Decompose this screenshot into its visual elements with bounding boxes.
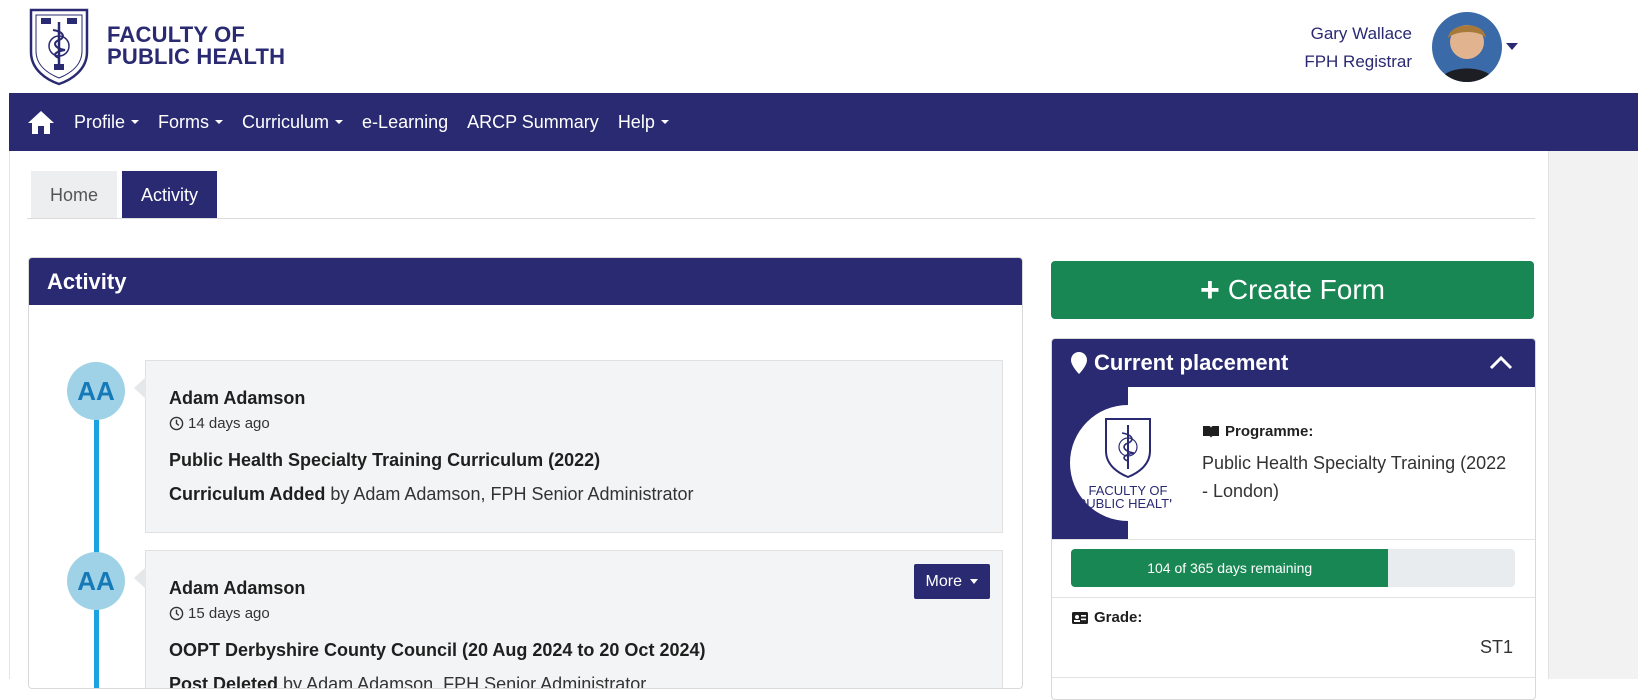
faculty-crest-icon xyxy=(29,8,89,86)
activity-item: Adam Adamson 14 days ago Public Health S… xyxy=(134,360,1003,533)
activity-avatar-initials: AA xyxy=(67,362,125,420)
tab-activity[interactable]: Activity xyxy=(122,171,218,219)
id-card-icon xyxy=(1072,611,1088,624)
map-marker-icon xyxy=(1071,352,1087,374)
grade-value: ST1 xyxy=(1479,637,1513,657)
activity-item: More Adam Adamson 15 days ago OOPT Derby… xyxy=(134,550,1003,689)
user-menu-caret-icon[interactable] xyxy=(1506,43,1518,50)
chevron-down-icon xyxy=(660,120,669,124)
chevron-down-icon xyxy=(335,120,344,124)
main-nav: Profile Forms Curriculum e-Learning ARCP… xyxy=(9,93,1638,151)
content-left-border xyxy=(9,151,10,679)
programme-value: Public Health Specialty Training (2022 -… xyxy=(1202,453,1507,501)
chevron-down-icon xyxy=(215,120,224,124)
activity-time: 15 days ago xyxy=(169,605,270,622)
activity-time: 14 days ago xyxy=(169,415,270,432)
programme-label: Programme: xyxy=(1202,423,1313,440)
activity-by: by Adam Adamson, FPH Senior Administrato… xyxy=(283,674,647,689)
home-icon[interactable] xyxy=(27,108,55,136)
chevron-down-icon xyxy=(970,579,978,584)
placement-progress-bar: 104 of 365 days remaining xyxy=(1071,549,1515,587)
current-placement-title: Current placement xyxy=(1094,350,1289,375)
clock-icon xyxy=(169,606,184,621)
nav-item-help[interactable]: Help xyxy=(618,112,669,133)
faculty-crest-icon: FACULTY OF PUBLIC HEALTH xyxy=(1078,418,1179,511)
nav-item-curriculum[interactable]: Curriculum xyxy=(242,111,344,133)
nav-item-elearning[interactable]: e-Learning xyxy=(362,112,448,133)
activity-action: Curriculum Added xyxy=(169,484,326,504)
chevron-up-icon[interactable] xyxy=(1489,355,1513,371)
chevron-down-icon xyxy=(131,120,140,124)
grade-label: Grade: xyxy=(1071,609,1142,626)
faculty-logo[interactable]: FACULTY OF PUBLIC HEALTH xyxy=(27,6,285,86)
programme-label-text: Programme: xyxy=(1225,423,1314,440)
grade-label-text: Grade: xyxy=(1094,609,1143,626)
activity-description: Post Deleted by Adam Adamson, FPH Senior… xyxy=(169,674,647,689)
placement-divider xyxy=(1052,597,1535,598)
nav-item-label: e-Learning xyxy=(362,111,449,132)
site-header: FACULTY OF PUBLIC HEALTH Gary Wallace FP… xyxy=(0,0,1638,93)
progress-fill: 104 of 365 days remaining xyxy=(1071,549,1389,587)
book-icon xyxy=(1203,425,1219,438)
placement-divider xyxy=(1052,539,1535,540)
activity-time-text: 15 days ago xyxy=(188,605,270,622)
page-tabs: Home Activity xyxy=(31,171,218,219)
clock-icon xyxy=(169,416,184,431)
activity-panel: Activity AA Adam Adamson 14 days ago Pub… xyxy=(28,257,1023,689)
create-form-button[interactable]: + Create Form xyxy=(1051,261,1534,319)
activity-title[interactable]: OOPT Derbyshire County Council (20 Aug 2… xyxy=(169,640,705,661)
activity-avatar-initials: AA xyxy=(67,552,125,610)
avatar-photo xyxy=(1432,12,1502,82)
activity-title[interactable]: Public Health Specialty Training Curricu… xyxy=(169,450,600,471)
activity-user-name[interactable]: Adam Adamson xyxy=(169,578,305,599)
right-gutter xyxy=(1548,151,1638,679)
nav-item-forms[interactable]: Forms xyxy=(158,111,224,133)
placement-logo-line-2: PUBLIC HEALTH xyxy=(1078,496,1179,511)
tab-home[interactable]: Home xyxy=(31,171,118,219)
more-button-label: More xyxy=(925,572,962,590)
avatar[interactable] xyxy=(1432,12,1502,82)
create-form-label: Create Form xyxy=(1227,274,1385,305)
logo-line-1: FACULTY OF xyxy=(107,22,246,47)
tabs-divider xyxy=(27,218,1535,219)
user-role: FPH Registrar xyxy=(1304,52,1412,71)
nav-item-label: Forms xyxy=(158,111,210,132)
user-info: Gary Wallace FPH Registrar xyxy=(1304,20,1412,76)
logo-line-2: PUBLIC HEALTH xyxy=(107,44,286,69)
activity-time-text: 14 days ago xyxy=(188,415,270,432)
nav-item-label: Help xyxy=(617,111,655,132)
more-button[interactable]: More xyxy=(913,564,990,599)
activity-action: Post Deleted xyxy=(169,674,279,689)
activity-user-name[interactable]: Adam Adamson xyxy=(169,388,305,409)
timeline-line xyxy=(94,398,99,688)
current-placement-panel: Current placement FACULTY OF PUBLIC HEAL… xyxy=(1051,338,1536,700)
activity-description: Curriculum Added by Adam Adamson, FPH Se… xyxy=(169,484,694,505)
nav-item-arcp-summary[interactable]: ARCP Summary xyxy=(467,112,599,133)
current-placement-header[interactable]: Current placement xyxy=(1052,339,1535,387)
placement-logo: FACULTY OF PUBLIC HEALTH xyxy=(1070,405,1186,521)
plus-icon: + xyxy=(1199,271,1220,309)
activity-panel-title: Activity xyxy=(29,258,1022,305)
nav-item-label: ARCP Summary xyxy=(467,111,599,132)
user-name: Gary Wallace xyxy=(1310,24,1412,43)
placement-divider xyxy=(1052,677,1535,678)
nav-item-profile[interactable]: Profile xyxy=(74,111,140,133)
activity-by: by Adam Adamson, FPH Senior Administrato… xyxy=(330,484,694,504)
nav-item-label: Curriculum xyxy=(242,111,330,132)
nav-item-label: Profile xyxy=(74,111,126,132)
